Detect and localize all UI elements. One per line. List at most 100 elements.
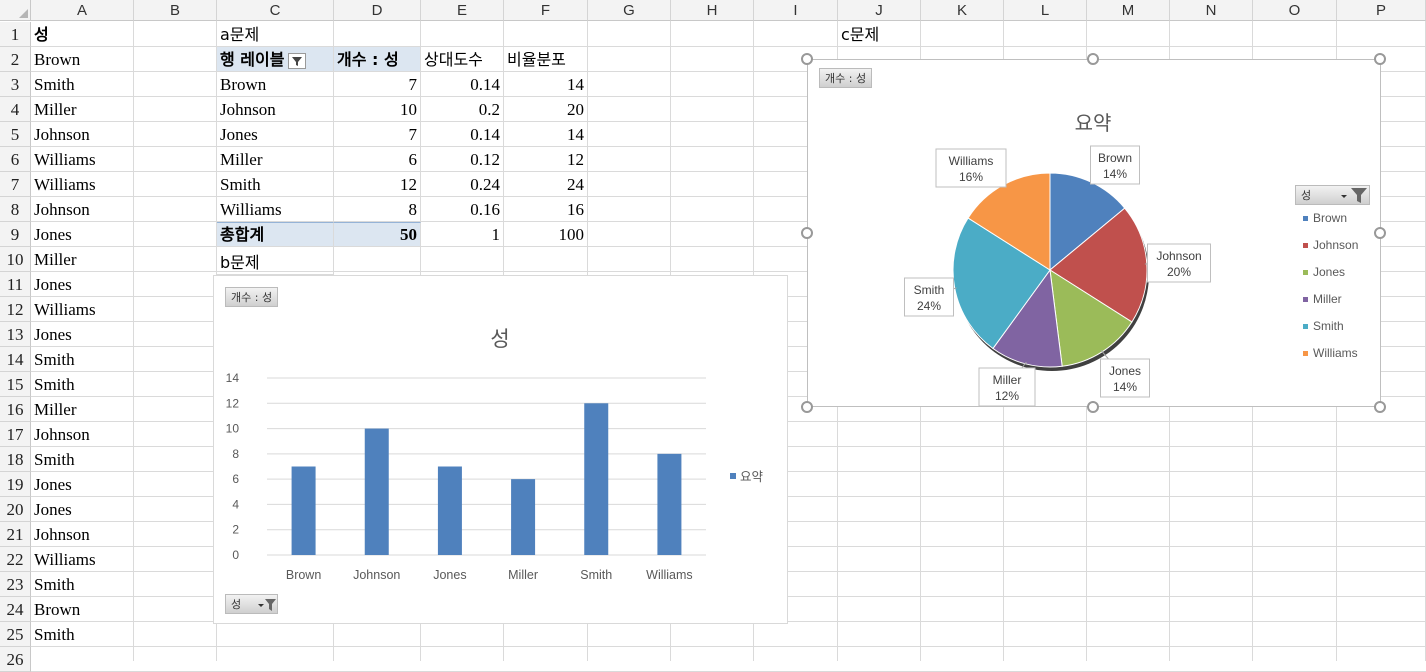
resize-handle-left[interactable] — [801, 227, 813, 239]
pivot-cell-name[interactable]: Williams — [217, 197, 334, 222]
row-header-20[interactable]: 20 — [0, 497, 31, 522]
cell-a15[interactable]: Smith — [31, 372, 134, 397]
pivot-cell-name[interactable]: Johnson — [217, 97, 334, 122]
cell-a5[interactable]: Johnson — [31, 122, 134, 147]
column-header-f[interactable]: F — [504, 0, 588, 21]
pie-chart[interactable]: 개수 : 성 요약 Brown 14% Johnson 20% Jones 14% Mille… — [807, 59, 1381, 407]
pivot-cell-ratio[interactable]: 24 — [504, 172, 588, 197]
cell-a10[interactable]: Miller — [31, 247, 134, 272]
pivot-cell-ratio[interactable]: 16 — [504, 197, 588, 222]
row-header-21[interactable]: 21 — [0, 522, 31, 547]
resize-handle-top[interactable] — [1087, 53, 1099, 65]
resize-handle-top-right[interactable] — [1374, 53, 1386, 65]
column-header-p[interactable]: P — [1337, 0, 1426, 21]
cell-c10-b-label[interactable]: b문제 — [217, 250, 334, 275]
pivot-cell-rel[interactable]: 0.24 — [421, 172, 504, 197]
column-header-c[interactable]: C — [217, 0, 334, 21]
pivot-cell-rel[interactable]: 0.14 — [421, 72, 504, 97]
row-header-5[interactable]: 5 — [0, 122, 31, 147]
pivot-filter-button[interactable] — [288, 52, 307, 69]
cell-a23[interactable]: Smith — [31, 572, 134, 597]
row-header-8[interactable]: 8 — [0, 197, 31, 222]
resize-handle-bottom-right[interactable] — [1374, 401, 1386, 413]
column-header-d[interactable]: D — [334, 0, 421, 21]
pivot-cell-rel[interactable]: 0.14 — [421, 122, 504, 147]
cell-e9-total-rel[interactable]: 1 — [421, 222, 504, 247]
row-header-19[interactable]: 19 — [0, 472, 31, 497]
row-header-17[interactable]: 17 — [0, 422, 31, 447]
select-all-corner[interactable] — [0, 0, 31, 21]
row-header-1[interactable]: 1 — [0, 22, 31, 47]
cell-a19[interactable]: Jones — [31, 472, 134, 497]
bar-johnson[interactable] — [364, 428, 389, 555]
cell-a24[interactable]: Brown — [31, 597, 134, 622]
row-header-2[interactable]: 2 — [0, 47, 31, 72]
pivot-count-header[interactable]: 개수 : 성 — [334, 47, 421, 72]
cell-a14[interactable]: Smith — [31, 347, 134, 372]
pivot-cell-count[interactable]: 10 — [334, 97, 421, 122]
pivot-cell-ratio[interactable]: 14 — [504, 122, 588, 147]
cell-a1[interactable]: 성 — [31, 22, 134, 47]
pivot-cell-rel[interactable]: 0.12 — [421, 147, 504, 172]
cell-f9-total-ratio[interactable]: 100 — [504, 222, 588, 247]
column-header-a[interactable]: A — [31, 0, 134, 21]
cell-a11[interactable]: Jones — [31, 272, 134, 297]
pie-chart-legend-field-button[interactable]: 성 — [1295, 185, 1370, 205]
row-header-7[interactable]: 7 — [0, 172, 31, 197]
column-header-l[interactable]: L — [1004, 0, 1087, 21]
row-header-24[interactable]: 24 — [0, 597, 31, 622]
resize-handle-right[interactable] — [1374, 227, 1386, 239]
pivot-cell-ratio[interactable]: 12 — [504, 147, 588, 172]
column-header-b[interactable]: B — [134, 0, 217, 21]
column-header-o[interactable]: O — [1253, 0, 1337, 21]
pivot-cell-name[interactable]: Miller — [217, 147, 334, 172]
cell-a21[interactable]: Johnson — [31, 522, 134, 547]
cell-j1-c-label[interactable]: c문제 — [838, 22, 921, 47]
column-header-n[interactable]: N — [1170, 0, 1253, 21]
row-header-16[interactable]: 16 — [0, 397, 31, 422]
bar-miller[interactable] — [511, 479, 536, 555]
column-header-j[interactable]: J — [838, 0, 921, 21]
cell-a13[interactable]: Jones — [31, 322, 134, 347]
row-header-23[interactable]: 23 — [0, 572, 31, 597]
pivot-cell-count[interactable]: 8 — [334, 197, 421, 222]
bar-chart[interactable]: 개수 : 성 성 0 2 4 6 8 10 12 14 Brown Johnson Jones Mill… — [213, 275, 788, 624]
row-header-18[interactable]: 18 — [0, 447, 31, 472]
cell-e2-rel-header[interactable]: 상대도수 — [421, 47, 504, 72]
cell-f2-ratio-header[interactable]: 비율분포 — [504, 47, 588, 72]
pivot-total-label[interactable]: 총합계 — [217, 222, 334, 247]
pivot-row-labels-header[interactable]: 행 레이블 — [217, 47, 334, 72]
row-header-3[interactable]: 3 — [0, 72, 31, 97]
row-header-22[interactable]: 22 — [0, 547, 31, 572]
cell-a2[interactable]: Brown — [31, 47, 134, 72]
column-header-m[interactable]: M — [1087, 0, 1170, 21]
row-header-4[interactable]: 4 — [0, 97, 31, 122]
cell-a7[interactable]: Williams — [31, 172, 134, 197]
pivot-cell-rel[interactable]: 0.2 — [421, 97, 504, 122]
pivot-cell-count[interactable]: 12 — [334, 172, 421, 197]
pivot-cell-ratio[interactable]: 20 — [504, 97, 588, 122]
cell-c1-a-label[interactable]: a문제 — [217, 22, 334, 47]
pivot-cell-count[interactable]: 7 — [334, 122, 421, 147]
cell-a20[interactable]: Jones — [31, 497, 134, 522]
bar-williams[interactable] — [657, 453, 682, 555]
pivot-total-count[interactable]: 50 — [334, 222, 421, 247]
column-header-i[interactable]: I — [754, 0, 838, 21]
pivot-cell-count[interactable]: 6 — [334, 147, 421, 172]
row-header-15[interactable]: 15 — [0, 372, 31, 397]
cell-a3[interactable]: Smith — [31, 72, 134, 97]
row-header-12[interactable]: 12 — [0, 297, 31, 322]
cell-a16[interactable]: Miller — [31, 397, 134, 422]
cell-a18[interactable]: Smith — [31, 447, 134, 472]
resize-handle-top-left[interactable] — [801, 53, 813, 65]
bar-jones[interactable] — [437, 466, 462, 556]
spreadsheet-grid[interactable]: ABCDEFGHIJKLMNOP 1 2 3 4 5 6 7 8 9 10 11 12 13 14 15 16… — [0, 0, 1426, 672]
pivot-cell-name[interactable]: Jones — [217, 122, 334, 147]
bar-chart-axis-field-button[interactable]: 성 — [225, 594, 278, 614]
cell-a22[interactable]: Williams — [31, 547, 134, 572]
cell-a12[interactable]: Williams — [31, 297, 134, 322]
column-header-h[interactable]: H — [671, 0, 754, 21]
column-header-e[interactable]: E — [421, 0, 504, 21]
row-header-11[interactable]: 11 — [0, 272, 31, 297]
resize-handle-bottom-left[interactable] — [801, 401, 813, 413]
